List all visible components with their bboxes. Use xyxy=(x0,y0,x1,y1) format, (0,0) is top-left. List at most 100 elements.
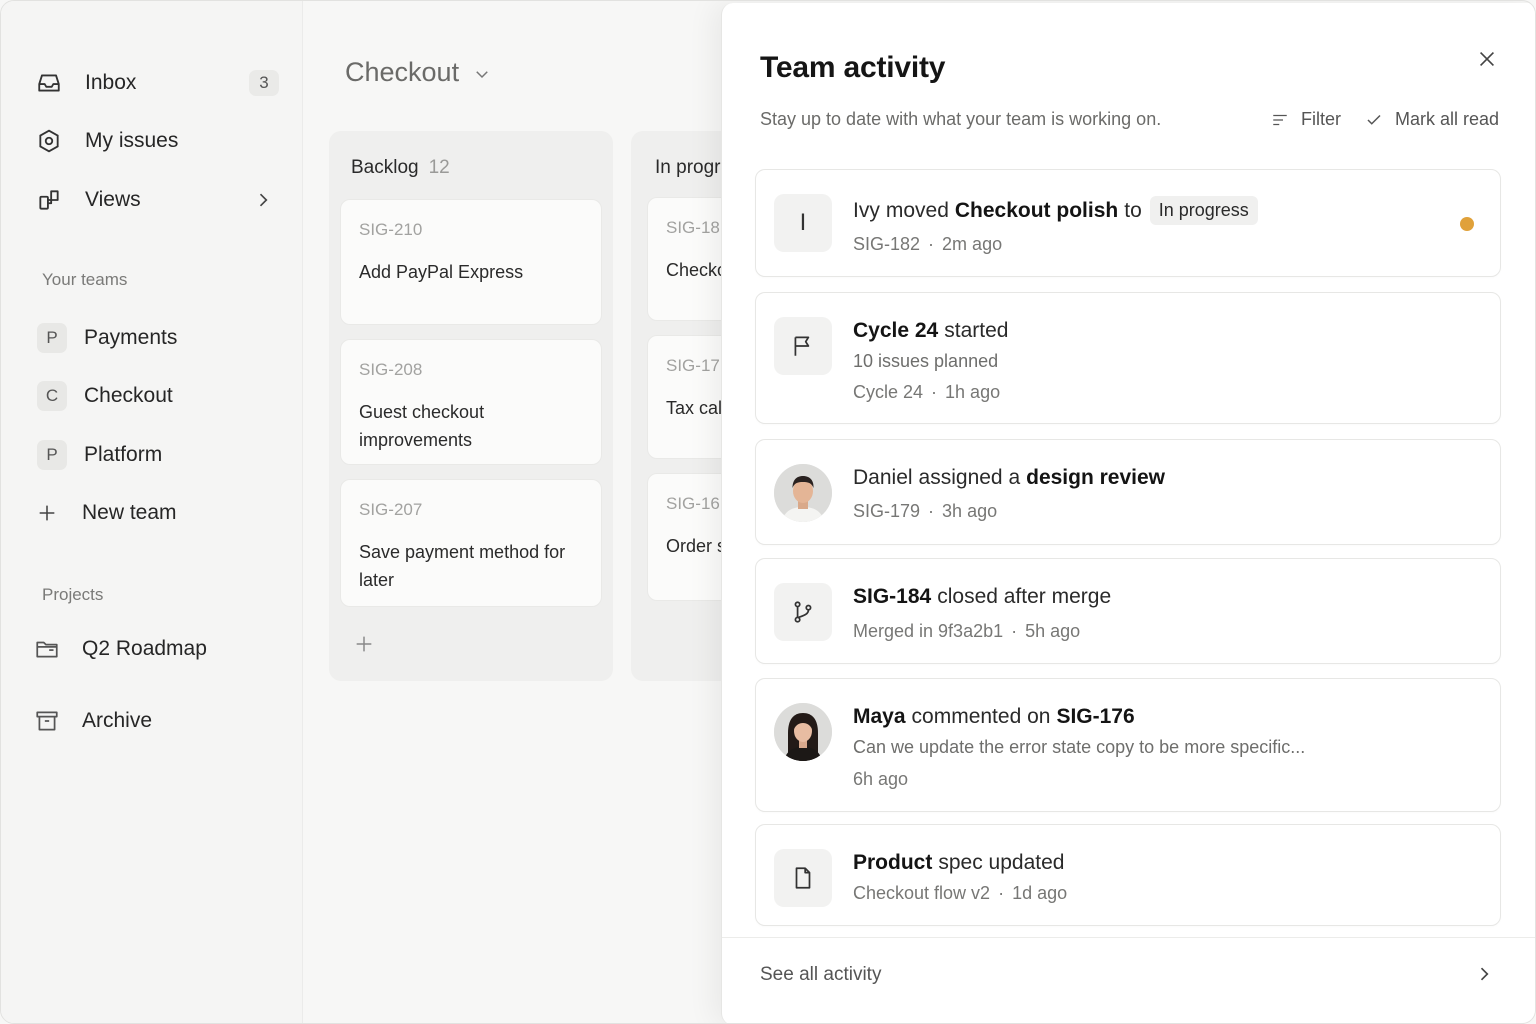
avatar-daniel xyxy=(774,464,832,522)
activity-text: Ivy moved Checkout polish to In progress xyxy=(853,196,1258,225)
panel-toolbar: Filter Mark all read xyxy=(1271,109,1499,130)
issue-card[interactable]: SIG-210 Add PayPal Express xyxy=(340,199,602,325)
filter-button[interactable]: Filter xyxy=(1271,109,1341,130)
activity-meta: SIG-182 · 2m ago xyxy=(853,234,1003,254)
sidebar-item-label: Inbox xyxy=(85,71,137,94)
activity-item[interactable]: Maya commented on SIG-176 Can we update … xyxy=(755,678,1501,812)
views-icon xyxy=(33,184,65,216)
activity-item[interactable]: I Ivy moved Checkout polish to In progre… xyxy=(755,169,1501,277)
app-window: Inbox 3 My issues Views Your teams P Pay… xyxy=(0,0,1536,1024)
column-header: Backlog 12 xyxy=(351,157,450,179)
target-icon xyxy=(33,125,65,157)
column-name: In progr xyxy=(655,157,721,178)
sidebar-item-views[interactable]: Views xyxy=(25,178,287,222)
issue-title: Guest checkout improvements xyxy=(359,402,485,450)
activity-verb: commented on xyxy=(911,705,1051,728)
team-avatar: P xyxy=(37,323,67,353)
issue-id: SIG-17 xyxy=(666,356,720,375)
sidebar-item-archive[interactable]: Archive xyxy=(25,699,287,743)
activity-text: SIG-184 closed after merge xyxy=(853,585,1111,609)
sidebar-item-team-checkout[interactable]: C Checkout xyxy=(25,374,287,418)
issue-id: SIG-208 xyxy=(359,360,423,379)
activity-ref[interactable]: Cycle 24 xyxy=(853,382,923,402)
git-branch-icon xyxy=(774,583,832,641)
plus-icon xyxy=(31,497,63,529)
filter-icon xyxy=(1273,114,1287,125)
archive-icon xyxy=(31,705,63,737)
inbox-icon xyxy=(33,67,65,99)
activity-meta: 6h ago xyxy=(853,769,908,790)
document-icon xyxy=(774,849,832,907)
close-panel-button[interactable] xyxy=(1473,45,1501,73)
activity-time: 6h ago xyxy=(853,769,909,789)
issue-id: SIG-18 xyxy=(666,218,720,237)
column-count: 12 xyxy=(428,157,450,178)
sidebar: Inbox 3 My issues Views Your teams P Pay… xyxy=(1,1,303,1023)
sidebar-item-label: Views xyxy=(85,188,141,211)
activity-subject[interactable]: SIG-184 xyxy=(853,585,931,609)
activity-text: Cycle 24 started xyxy=(853,319,1008,343)
activity-time: 2m ago xyxy=(942,234,1003,254)
activity-subject[interactable]: Cycle 24 xyxy=(853,319,938,343)
activity-verb: started xyxy=(944,319,1009,342)
filter-label: Filter xyxy=(1300,109,1341,129)
activity-object[interactable]: SIG-176 xyxy=(1056,705,1134,729)
activity-time: 1d ago xyxy=(1012,883,1068,903)
activity-ref[interactable]: SIG-179 xyxy=(853,501,920,521)
issue-card[interactable]: SIG-208 Guest checkout improvements xyxy=(340,339,602,465)
activity-detail: 10 issues planned xyxy=(853,351,999,371)
sidebar-item-label: Checkout xyxy=(84,384,173,407)
column-header: In progr xyxy=(655,157,720,179)
activity-actor: Daniel xyxy=(853,466,913,489)
activity-item[interactable]: Cycle 24 started 10 issues planned Cycle… xyxy=(755,292,1501,424)
add-card-button[interactable] xyxy=(353,631,375,662)
activity-object[interactable]: Checkout polish xyxy=(955,199,1118,223)
activity-item[interactable]: Daniel assigned a design review SIG-179 ·… xyxy=(755,439,1501,545)
unread-dot xyxy=(1460,217,1474,231)
activity-ref[interactable]: Merged in 9f3a2b1 xyxy=(853,621,1003,641)
new-team-button[interactable]: New team xyxy=(25,491,287,535)
activity-ref[interactable]: SIG-182 xyxy=(853,234,920,254)
projects-label: Projects xyxy=(42,585,104,604)
board-title-dropdown[interactable]: Checkout xyxy=(345,55,491,90)
team-avatar: C xyxy=(37,381,67,411)
activity-preposition: to xyxy=(1124,198,1142,222)
board-title: Checkout xyxy=(345,57,460,87)
plus-icon xyxy=(356,636,372,652)
activity-item[interactable]: SIG-184 closed after merge Merged in 9f3… xyxy=(755,558,1501,664)
sidebar-item-inbox[interactable]: Inbox 3 xyxy=(25,61,287,105)
activity-time: 3h ago xyxy=(942,501,998,521)
avatar-maya xyxy=(774,703,832,761)
sidebar-item-label: Q2 Roadmap xyxy=(82,637,207,660)
check-icon xyxy=(1367,114,1381,125)
board-column-backlog: Backlog 12 SIG-210 Add PayPal Express SIG… xyxy=(329,131,613,681)
activity-actor: Maya xyxy=(853,705,906,728)
sidebar-item-label: Payments xyxy=(84,326,178,349)
chevron-right-icon xyxy=(253,190,273,215)
activity-time: 1h ago xyxy=(945,382,1001,402)
issue-title: Save payment method for later xyxy=(359,542,566,590)
activity-time: 5h ago xyxy=(1025,621,1081,641)
activity-meta: Cycle 24 · 1h ago xyxy=(853,382,1001,402)
status-badge: In progress xyxy=(1149,196,1258,225)
activity-ref[interactable]: Checkout flow v2 xyxy=(853,883,990,903)
sidebar-item-team-payments[interactable]: P Payments xyxy=(25,316,287,360)
activity-item[interactable]: Product spec updated Checkout flow v2 · 1d… xyxy=(755,824,1501,926)
activity-subject[interactable]: Product xyxy=(853,851,932,875)
issue-card[interactable]: SIG-207 Save payment method for later xyxy=(340,479,602,607)
sidebar-item-my-issues[interactable]: My issues xyxy=(25,119,287,163)
sidebar-item-label: Archive xyxy=(82,709,153,732)
activity-verb: spec updated xyxy=(938,851,1065,874)
issue-title: Add PayPal Express xyxy=(359,262,524,282)
activity-text: Daniel assigned a design review xyxy=(853,466,1165,490)
sidebar-item-team-platform[interactable]: P Platform xyxy=(25,433,287,477)
chevron-down-icon xyxy=(473,59,491,90)
mark-all-read-button[interactable]: Mark all read xyxy=(1365,109,1499,130)
activity-meta: Checkout flow v2 · 1d ago xyxy=(853,883,1068,903)
sidebar-item-q2-roadmap[interactable]: Q2 Roadmap xyxy=(25,627,287,671)
close-icon xyxy=(1479,51,1495,67)
panel-subtitle: Stay up to date with what your team is w… xyxy=(760,109,1162,129)
activity-object[interactable]: design review xyxy=(1026,466,1165,490)
see-all-activity-link[interactable]: See all activity xyxy=(760,964,881,986)
chevron-right-icon[interactable] xyxy=(1474,964,1494,989)
